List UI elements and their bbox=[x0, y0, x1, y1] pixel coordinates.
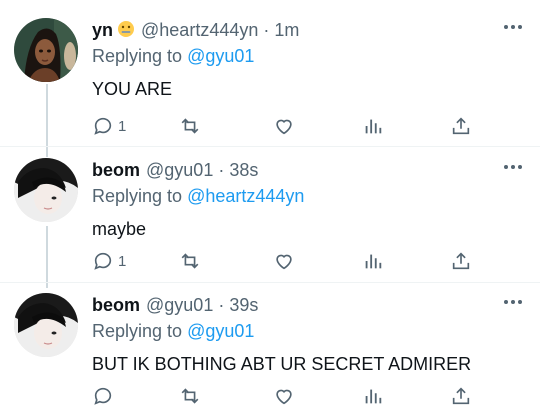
share-icon bbox=[450, 115, 472, 137]
tweet-thread: yn @heartz444yn · 1m Replying to @gyu01 Y… bbox=[0, 0, 540, 419]
user-handle[interactable]: @heartz444yn bbox=[141, 20, 258, 40]
replying-to: Replying to @gyu01 bbox=[92, 319, 254, 343]
separator-dot: · bbox=[218, 160, 225, 180]
mention-link[interactable]: @heartz444yn bbox=[187, 186, 304, 206]
user-handle[interactable]: @gyu01 bbox=[146, 160, 213, 180]
zipper-mouth-face-emoji bbox=[117, 20, 135, 44]
share-button[interactable] bbox=[450, 384, 472, 408]
display-name[interactable]: yn bbox=[92, 20, 113, 40]
reply-icon bbox=[92, 385, 114, 407]
tweet-actions: 1 bbox=[92, 249, 482, 273]
avatar[interactable] bbox=[14, 158, 78, 222]
tweet-header: beom @gyu01 · 38s bbox=[92, 158, 258, 182]
tweet[interactable]: beom @gyu01 · 39s Replying to @gyu01 BUT … bbox=[0, 293, 540, 419]
replying-to: Replying to @gyu01 bbox=[92, 44, 254, 68]
mention-link[interactable]: @gyu01 bbox=[187, 46, 254, 66]
views-button[interactable] bbox=[362, 114, 384, 138]
views-button[interactable] bbox=[362, 384, 384, 408]
reply-button[interactable]: 1 bbox=[92, 249, 126, 273]
tweet-text: YOU ARE bbox=[92, 79, 173, 99]
share-icon bbox=[450, 385, 472, 407]
replying-prefix: Replying to bbox=[92, 321, 188, 341]
replying-prefix: Replying to bbox=[92, 186, 188, 206]
user-handle[interactable]: @gyu01 bbox=[146, 295, 213, 315]
reply-button[interactable] bbox=[92, 384, 118, 408]
avatar[interactable] bbox=[14, 18, 78, 82]
replying-to: Replying to @heartz444yn bbox=[92, 184, 304, 208]
views-icon bbox=[362, 385, 384, 407]
tweet[interactable]: yn @heartz444yn · 1m Replying to @gyu01 Y… bbox=[0, 18, 540, 148]
retweet-icon bbox=[178, 115, 202, 137]
timestamp[interactable]: 38s bbox=[229, 160, 258, 180]
more-icon[interactable] bbox=[504, 164, 522, 170]
mention-link[interactable]: @gyu01 bbox=[187, 321, 254, 341]
retweet-button[interactable] bbox=[178, 384, 202, 408]
separator-dot: · bbox=[263, 20, 270, 40]
more-icon[interactable] bbox=[504, 24, 522, 30]
views-icon bbox=[362, 250, 384, 272]
like-icon bbox=[272, 385, 296, 407]
tweet[interactable]: beom @gyu01 · 38s Replying to @heartz444y… bbox=[0, 158, 540, 288]
retweet-button[interactable] bbox=[178, 249, 202, 273]
avatar[interactable] bbox=[14, 293, 78, 357]
retweet-icon bbox=[178, 385, 202, 407]
reply-icon bbox=[92, 250, 114, 272]
timestamp[interactable]: 39s bbox=[229, 295, 258, 315]
replying-prefix: Replying to bbox=[92, 46, 188, 66]
tweet-header: yn @heartz444yn · 1m bbox=[92, 18, 299, 42]
like-icon bbox=[272, 250, 296, 272]
tweet-divider bbox=[0, 146, 540, 147]
tweet-header: beom @gyu01 · 39s bbox=[92, 293, 258, 317]
display-name[interactable]: beom bbox=[92, 160, 140, 180]
share-icon bbox=[450, 250, 472, 272]
views-icon bbox=[362, 115, 384, 137]
display-name[interactable]: beom bbox=[92, 295, 140, 315]
more-icon[interactable] bbox=[504, 299, 522, 305]
reply-button[interactable]: 1 bbox=[92, 114, 126, 138]
tweet-divider bbox=[0, 282, 540, 283]
share-button[interactable] bbox=[450, 114, 472, 138]
retweet-icon bbox=[178, 250, 202, 272]
like-icon bbox=[272, 115, 296, 137]
like-button[interactable] bbox=[272, 384, 296, 408]
separator-dot: · bbox=[218, 295, 225, 315]
reply-icon bbox=[92, 115, 114, 137]
tweet-text: BUT IK BOTHING ABT UR SECRET ADMIRER bbox=[92, 354, 472, 374]
like-button[interactable] bbox=[272, 114, 296, 138]
tweet-actions bbox=[92, 384, 482, 408]
views-button[interactable] bbox=[362, 249, 384, 273]
share-button[interactable] bbox=[450, 249, 472, 273]
retweet-button[interactable] bbox=[178, 114, 202, 138]
like-button[interactable] bbox=[272, 249, 296, 273]
tweet-actions: 1 bbox=[92, 114, 482, 138]
reply-count: 1 bbox=[118, 252, 127, 270]
reply-count: 1 bbox=[118, 117, 127, 135]
timestamp[interactable]: 1m bbox=[274, 20, 299, 40]
tweet-text: maybe bbox=[92, 219, 147, 239]
